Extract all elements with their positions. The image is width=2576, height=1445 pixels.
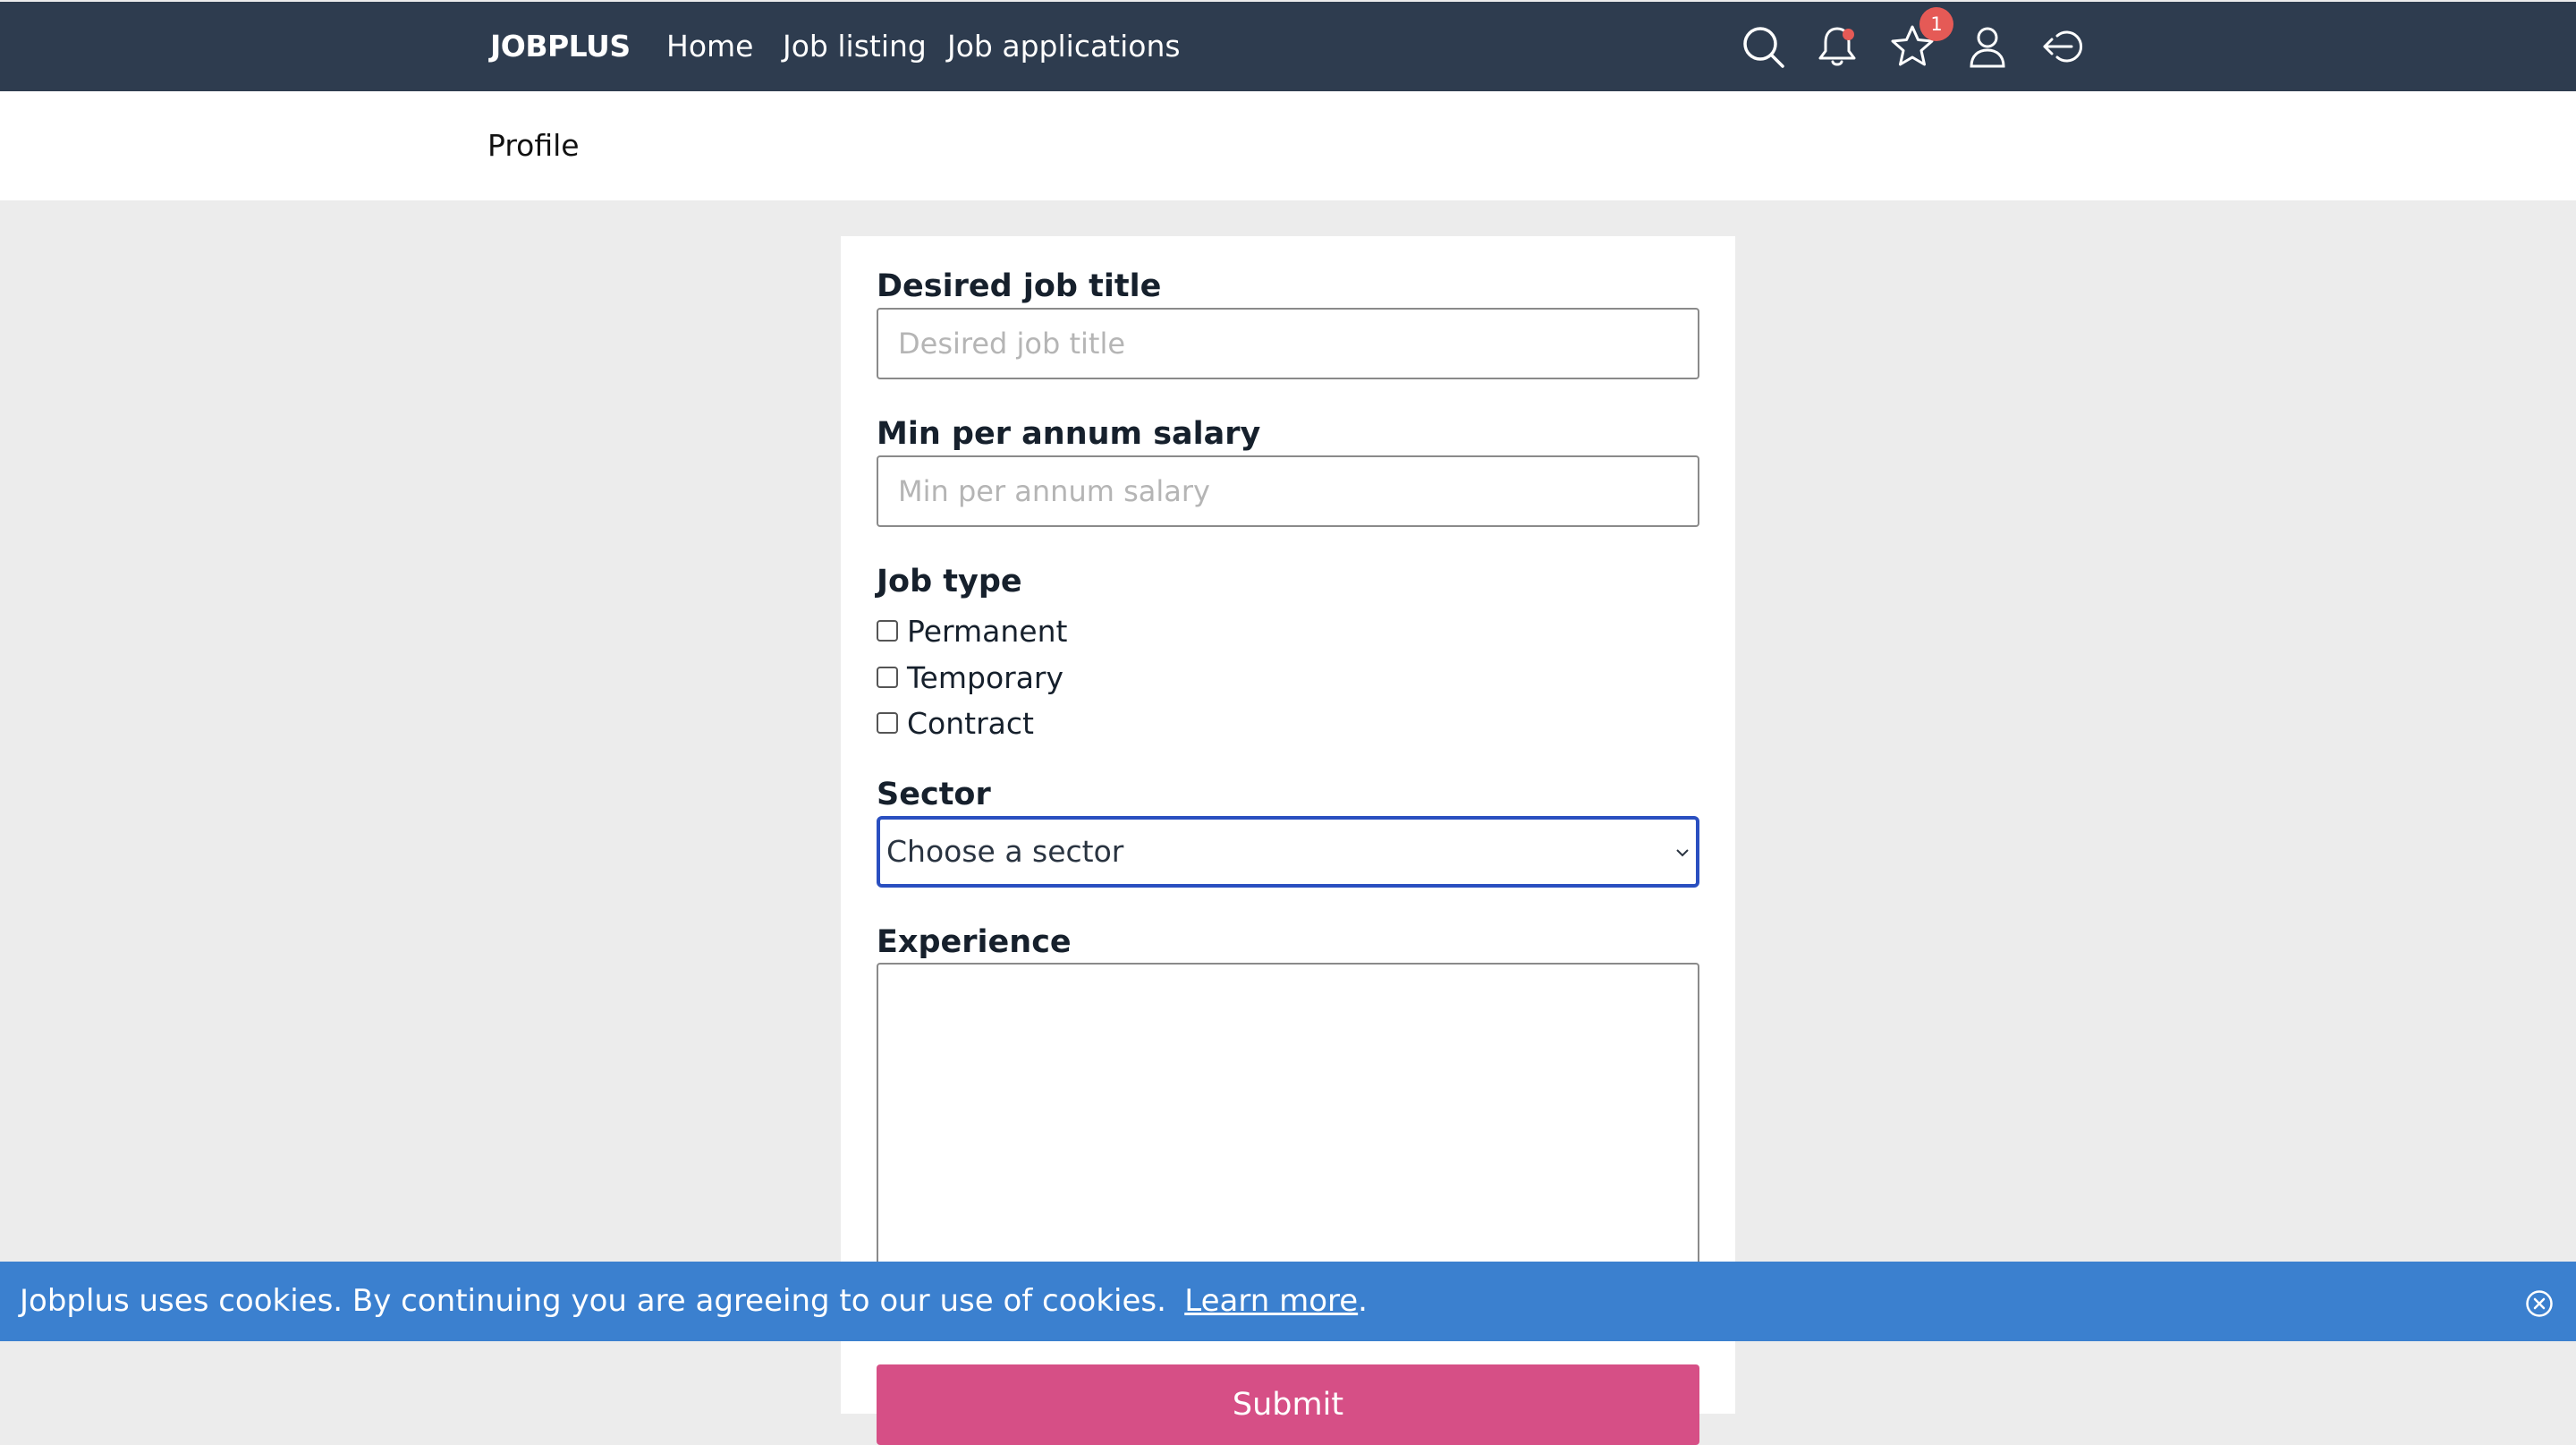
profile-form-card: Desired job title Min per annum salary J… — [841, 236, 1735, 1445]
close-icon[interactable] — [2524, 1288, 2555, 1319]
job-type-contract[interactable]: Contract — [877, 702, 1034, 744]
desired-job-title-label: Desired job title — [877, 268, 1162, 304]
search-icon[interactable] — [1738, 21, 1788, 72]
chevron-down-icon — [1676, 849, 1689, 857]
permanent-label: Permanent — [907, 613, 1068, 649]
contract-checkbox[interactable] — [877, 712, 898, 734]
learn-more-link[interactable]: Learn more — [1184, 1283, 1358, 1319]
nav-link-home[interactable]: Home — [666, 2, 753, 91]
sector-selected-value: Choose a sector — [886, 834, 1124, 869]
temporary-checkbox[interactable] — [877, 667, 898, 688]
cookie-trailing-period: . — [1358, 1283, 1368, 1319]
experience-label: Experience — [877, 924, 1072, 960]
contract-label: Contract — [907, 705, 1034, 741]
nav-link-job-listing[interactable]: Job listing — [783, 2, 927, 91]
submit-button[interactable]: Submit — [877, 1364, 1699, 1445]
min-salary-label: Min per annum salary — [877, 416, 1261, 452]
bell-icon[interactable] — [1812, 21, 1862, 72]
job-type-label: Job type — [877, 564, 1022, 599]
page-title: Profile — [487, 128, 580, 163]
star-icon[interactable]: 1 — [1887, 7, 1953, 72]
cookie-banner: Jobplus uses cookies. By continuing you … — [0, 1262, 2576, 1341]
min-salary-input[interactable] — [877, 455, 1699, 527]
sector-select[interactable]: Choose a sector — [877, 816, 1699, 888]
job-type-permanent[interactable]: Permanent — [877, 610, 1067, 651]
job-type-temporary[interactable]: Temporary — [877, 657, 1063, 698]
top-navbar: JOBPLUS Home Job listing Job application… — [0, 2, 2576, 91]
logout-icon[interactable] — [2038, 21, 2088, 72]
cookie-message: Jobplus uses cookies. By continuing you … — [20, 1283, 1166, 1319]
favorites-count-badge: 1 — [1919, 7, 1953, 41]
experience-textarea[interactable] — [877, 963, 1699, 1267]
notification-dot — [1843, 29, 1854, 40]
nav-link-job-applications[interactable]: Job applications — [947, 2, 1181, 91]
brand-logo[interactable]: JOBPLUS — [490, 2, 631, 91]
page-subheader: Profile — [0, 91, 2576, 200]
user-icon[interactable] — [1962, 21, 2012, 72]
sector-label: Sector — [877, 777, 991, 812]
desired-job-title-input[interactable] — [877, 308, 1699, 379]
permanent-checkbox[interactable] — [877, 620, 898, 642]
temporary-label: Temporary — [907, 659, 1064, 695]
